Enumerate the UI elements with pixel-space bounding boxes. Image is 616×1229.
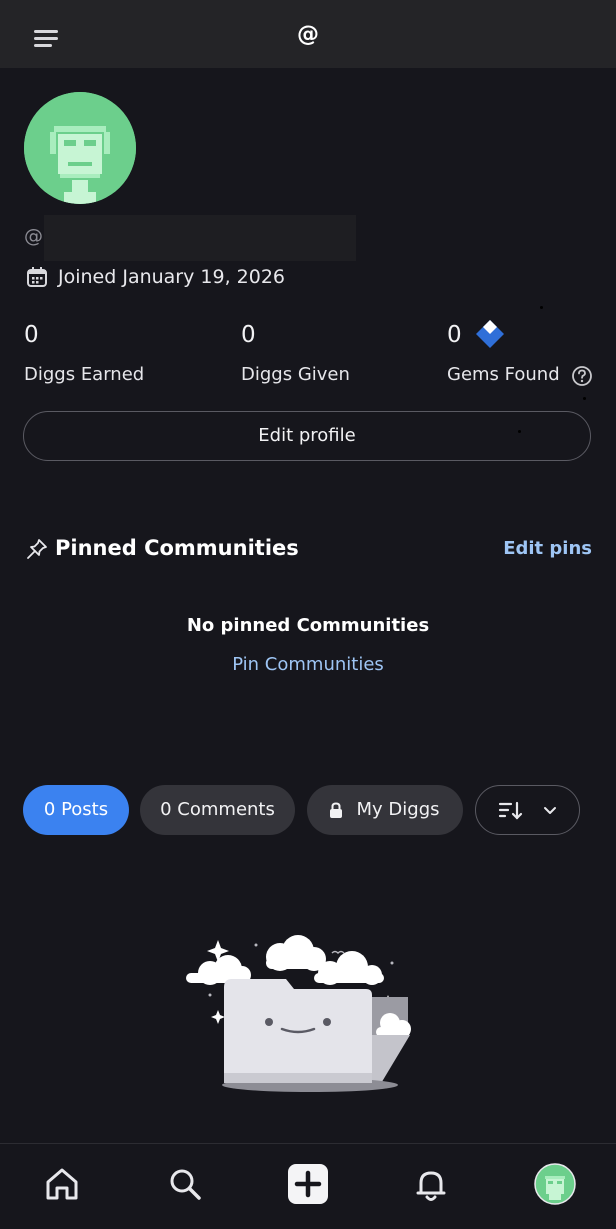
tab-comments[interactable]: 0 Comments: [140, 785, 295, 835]
stat-gems-found: 0 Gems Found: [447, 320, 592, 386]
empty-folder-illustration: [180, 935, 420, 1095]
calendar-icon: [27, 267, 47, 287]
stat-label: Diggs Earned: [24, 364, 145, 385]
stat-value: 0: [447, 322, 462, 348]
home-icon[interactable]: [40, 1162, 84, 1206]
pin-icon: [27, 539, 47, 559]
page-title: @: [297, 22, 319, 47]
pinned-communities-title: Pinned Communities: [55, 536, 299, 560]
noise-dot: [540, 306, 543, 309]
stat-diggs-given: 0 Diggs Given: [241, 322, 350, 385]
stat-label: Diggs Given: [241, 364, 350, 385]
gem-icon: [476, 320, 504, 348]
edit-pins-link[interactable]: Edit pins: [503, 538, 592, 559]
search-icon[interactable]: [163, 1162, 207, 1206]
joined-date: Joined January 19, 2026: [58, 266, 286, 288]
tab-posts[interactable]: 0 Posts: [23, 785, 129, 835]
stat-value: 0: [24, 322, 39, 348]
bottom-navigation: [0, 1143, 616, 1229]
chevron-down-icon: [544, 807, 556, 814]
top-bar: @: [0, 0, 616, 68]
sort-dropdown[interactable]: [475, 785, 580, 835]
sort-icon: [498, 801, 523, 820]
handle-prefix: @: [24, 225, 43, 247]
profile-avatar[interactable]: [533, 1162, 577, 1206]
tab-my-diggs-label: My Diggs: [356, 799, 440, 820]
stat-label: Gems Found: [447, 364, 560, 385]
username-row: @: [24, 215, 356, 261]
noise-dot: [583, 397, 586, 400]
notifications-icon[interactable]: [409, 1162, 453, 1206]
pin-communities-link[interactable]: Pin Communities: [0, 654, 616, 675]
stat-value: 0: [241, 322, 256, 348]
stat-diggs-earned: 0 Diggs Earned: [24, 322, 144, 385]
create-icon[interactable]: [286, 1162, 330, 1206]
tab-my-diggs[interactable]: My Diggs: [307, 785, 463, 835]
profile-avatar[interactable]: [24, 92, 136, 204]
no-pinned-message: No pinned Communities: [186, 615, 430, 636]
edit-profile-button[interactable]: Edit profile: [23, 411, 591, 461]
redacted-username: [44, 215, 356, 261]
help-icon[interactable]: [571, 365, 593, 387]
lock-icon: [330, 802, 342, 818]
